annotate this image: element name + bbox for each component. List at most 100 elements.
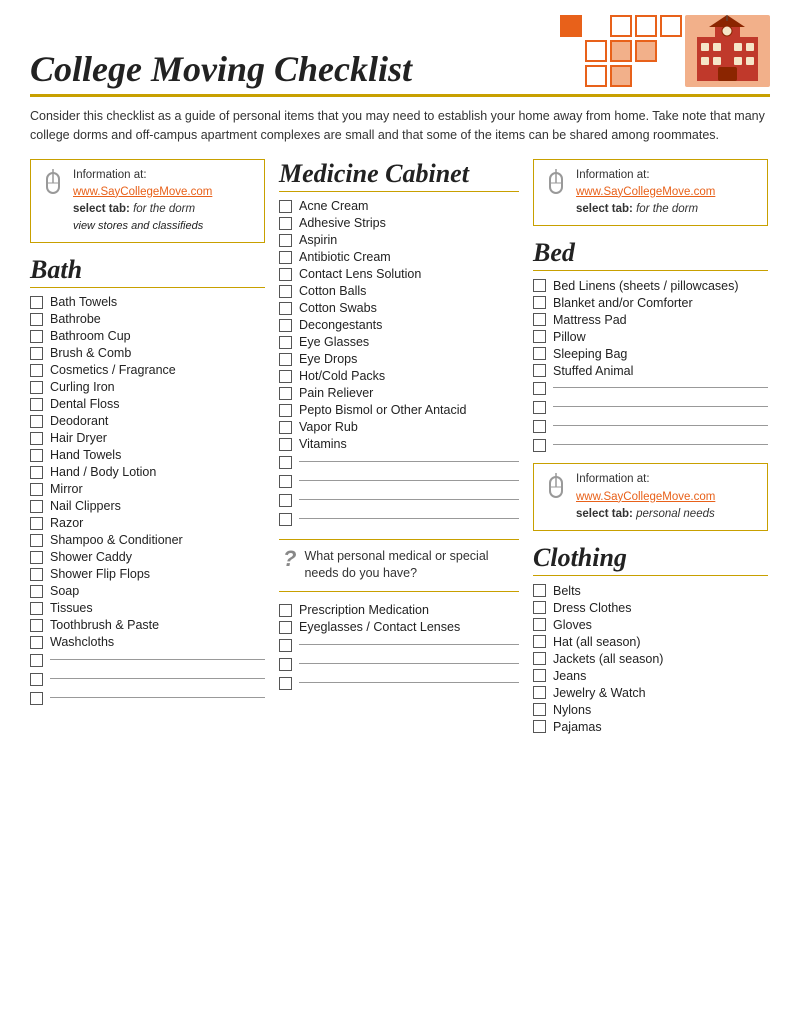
checkbox[interactable]	[279, 319, 292, 332]
checkbox[interactable]	[533, 635, 546, 648]
checkbox[interactable]	[30, 296, 43, 309]
checkbox[interactable]	[30, 551, 43, 564]
checkbox[interactable]	[30, 347, 43, 360]
checkbox[interactable]	[30, 415, 43, 428]
checkbox[interactable]	[533, 296, 546, 309]
list-item: Mattress Pad	[533, 311, 768, 328]
checkbox[interactable]	[279, 421, 292, 434]
item-label: Razor	[50, 516, 83, 530]
blank-item	[279, 453, 519, 472]
checkbox[interactable]	[533, 686, 546, 699]
checkbox[interactable]	[533, 618, 546, 631]
checkbox[interactable]	[30, 330, 43, 343]
item-label: Nail Clippers	[50, 499, 121, 513]
clothing-checklist: Belts Dress Clothes Gloves Hat (all seas…	[533, 582, 768, 735]
checkbox[interactable]	[533, 439, 546, 452]
item-label: Hand Towels	[50, 448, 121, 462]
checkbox[interactable]	[279, 438, 292, 451]
checkbox[interactable]	[30, 449, 43, 462]
checkbox[interactable]	[30, 364, 43, 377]
checkbox[interactable]	[279, 353, 292, 366]
checkbox[interactable]	[533, 669, 546, 682]
checkbox[interactable]	[279, 604, 292, 617]
info-link-left[interactable]: www.SayCollegeMove.com	[73, 184, 212, 201]
checkbox[interactable]	[279, 285, 292, 298]
blank-line	[50, 697, 265, 698]
checkbox[interactable]	[533, 279, 546, 292]
checkbox[interactable]	[533, 420, 546, 433]
checkbox[interactable]	[30, 673, 43, 686]
checkbox[interactable]	[533, 347, 546, 360]
checkbox[interactable]	[533, 703, 546, 716]
bed-checklist: Bed Linens (sheets / pillowcases) Blanke…	[533, 277, 768, 379]
list-item: Belts	[533, 582, 768, 599]
checkbox[interactable]	[533, 382, 546, 395]
checkbox[interactable]	[533, 401, 546, 414]
item-label: Cotton Swabs	[299, 301, 377, 315]
info-label-right-top: Information at:	[576, 167, 715, 184]
checkbox[interactable]	[279, 234, 292, 247]
checkbox[interactable]	[279, 217, 292, 230]
list-item: Hand / Body Lotion	[30, 464, 265, 481]
checkbox[interactable]	[30, 534, 43, 547]
checkbox[interactable]	[30, 500, 43, 513]
item-label: Bath Towels	[50, 295, 117, 309]
grid-cell-empty	[635, 65, 657, 87]
intro-text: Consider this checklist as a guide of pe…	[30, 107, 770, 145]
checkbox[interactable]	[279, 200, 292, 213]
checkbox[interactable]	[533, 584, 546, 597]
checkbox[interactable]	[279, 621, 292, 634]
list-item: Curling Iron	[30, 379, 265, 396]
checkbox[interactable]	[533, 720, 546, 733]
checkbox[interactable]	[30, 517, 43, 530]
checkbox[interactable]	[30, 636, 43, 649]
checkbox[interactable]	[533, 652, 546, 665]
checkbox[interactable]	[279, 336, 292, 349]
checkbox[interactable]	[30, 398, 43, 411]
checkbox[interactable]	[30, 568, 43, 581]
checkbox[interactable]	[30, 602, 43, 615]
item-label: Eyeglasses / Contact Lenses	[299, 620, 460, 634]
checkbox[interactable]	[30, 466, 43, 479]
checkbox[interactable]	[279, 251, 292, 264]
checkbox[interactable]	[30, 432, 43, 445]
checkbox[interactable]	[533, 330, 546, 343]
info-subtext-left: view stores and classifieds	[73, 218, 212, 235]
item-label: Shower Caddy	[50, 550, 132, 564]
checkbox[interactable]	[279, 404, 292, 417]
checkbox[interactable]	[533, 313, 546, 326]
checkbox[interactable]	[279, 513, 292, 526]
header-area: College Moving Checklist	[30, 10, 770, 90]
checkbox[interactable]	[30, 654, 43, 667]
checkbox[interactable]	[279, 639, 292, 652]
list-item: Pepto Bismol or Other Antacid	[279, 402, 519, 419]
checkbox[interactable]	[533, 601, 546, 614]
checkbox[interactable]	[279, 677, 292, 690]
checkbox[interactable]	[30, 483, 43, 496]
right-column: Information at: www.SayCollegeMove.com s…	[533, 159, 768, 736]
select-value-right-bottom: personal needs	[636, 508, 715, 520]
checkbox[interactable]	[279, 387, 292, 400]
checkbox[interactable]	[279, 658, 292, 671]
checkbox[interactable]	[279, 456, 292, 469]
checkbox[interactable]	[30, 585, 43, 598]
checkbox[interactable]	[30, 692, 43, 705]
info-link-right-top[interactable]: www.SayCollegeMove.com	[576, 184, 715, 201]
info-link-right-bottom[interactable]: www.SayCollegeMove.com	[576, 489, 715, 506]
blank-item	[279, 491, 519, 510]
checkbox[interactable]	[30, 619, 43, 632]
grid-cell-outline	[635, 15, 657, 37]
checkbox[interactable]	[279, 302, 292, 315]
info-icon-left	[41, 169, 65, 203]
item-label: Pain Reliever	[299, 386, 373, 400]
checkbox[interactable]	[30, 381, 43, 394]
list-item: Nylons	[533, 701, 768, 718]
checkbox[interactable]	[279, 494, 292, 507]
checkbox[interactable]	[279, 475, 292, 488]
checkbox[interactable]	[30, 313, 43, 326]
grid-cell-empty	[560, 65, 582, 87]
checkbox[interactable]	[279, 268, 292, 281]
checkbox[interactable]	[279, 370, 292, 383]
checkbox[interactable]	[533, 364, 546, 377]
item-label: Belts	[553, 584, 581, 598]
